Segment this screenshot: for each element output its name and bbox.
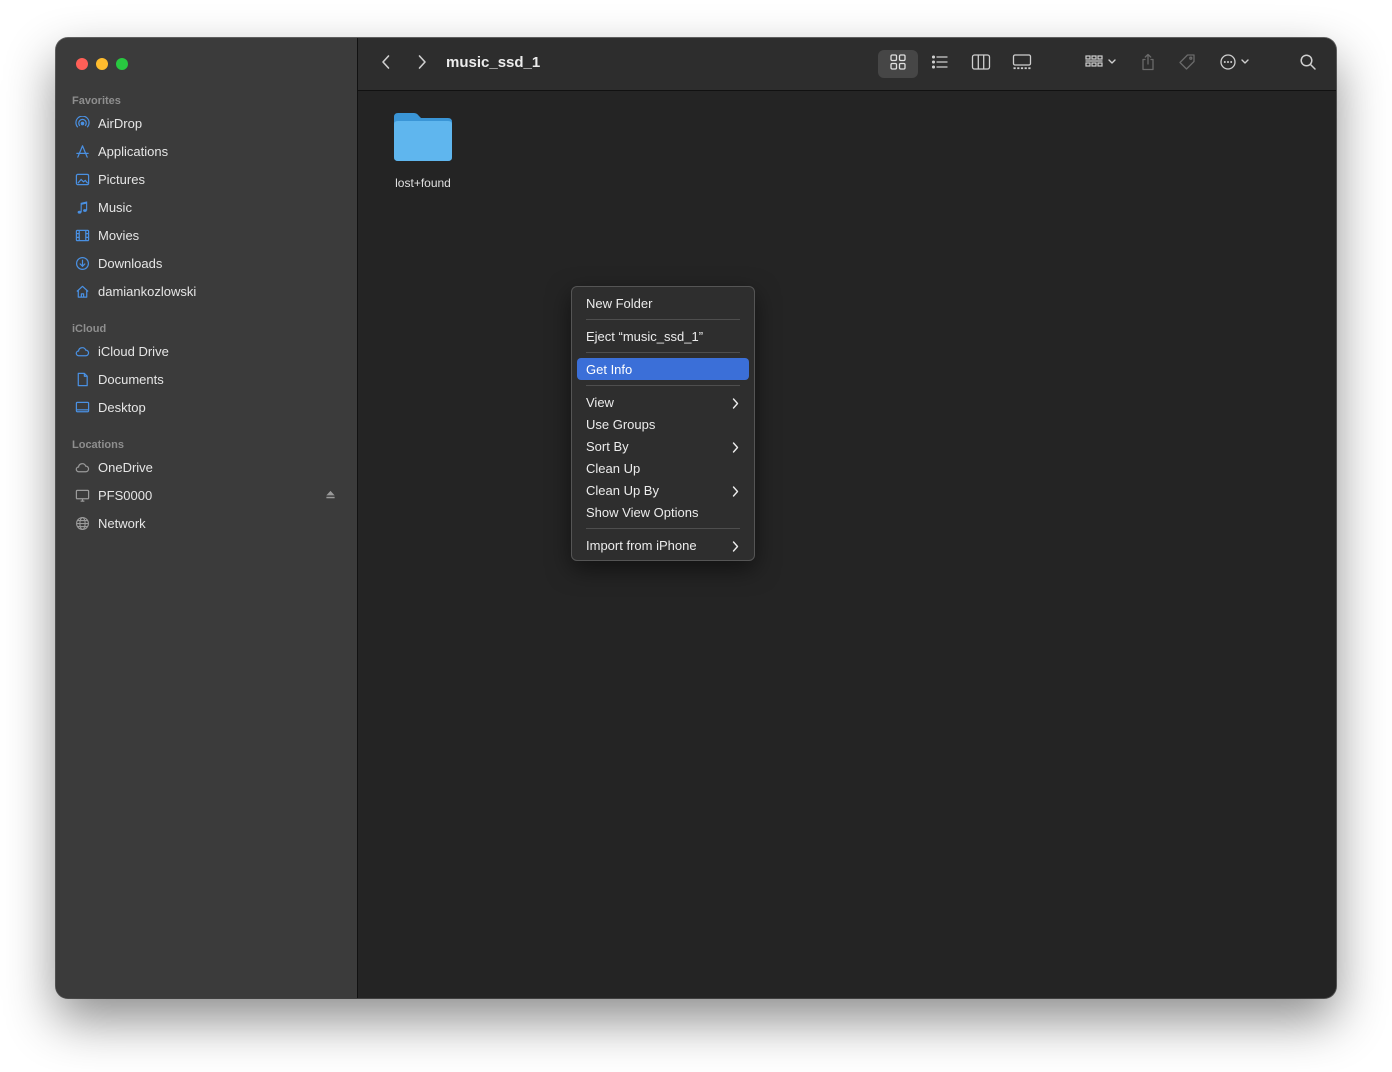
list-view-button[interactable] (920, 50, 960, 78)
favorites-section-title: Favorites (72, 95, 121, 107)
sidebar-item-label: PFS0000 (98, 487, 153, 503)
menu-item-label: Clean Up By (586, 482, 659, 498)
zoom-button[interactable] (116, 58, 128, 70)
tag-icon (1178, 53, 1196, 76)
search-button[interactable] (1294, 50, 1322, 78)
sidebar-item-label: AirDrop (98, 115, 143, 131)
icloud-section-title: iCloud (72, 323, 107, 335)
more-icon (1219, 53, 1253, 76)
menu-item-label: View (586, 394, 614, 410)
gallery-view-icon (1012, 53, 1032, 76)
file-browser-content[interactable]: lost+found (358, 91, 1336, 998)
icon-view-icon (889, 53, 907, 76)
sidebar-item-pfs0000[interactable]: PFS0000 (72, 483, 342, 507)
forward-icon (416, 54, 428, 75)
sidebar-item-label: Desktop (98, 399, 146, 415)
menu-item-use-groups[interactable]: Use Groups (577, 413, 749, 435)
sidebar-item-movies[interactable]: Movies (72, 223, 342, 247)
sidebar-item-label: Movies (98, 227, 140, 243)
folder-label: lost+found (395, 176, 451, 190)
toolbar: music_ssd_1 (358, 38, 1336, 91)
applications-icon (74, 143, 90, 159)
traffic-lights (76, 58, 128, 70)
sidebar-item-label: Network (98, 515, 146, 531)
close-button[interactable] (76, 58, 88, 70)
chevron-right-icon (732, 540, 739, 555)
sidebar-item-label: damiankozlowski (98, 283, 197, 299)
sidebar-item-onedrive[interactable]: OneDrive (72, 455, 342, 479)
menu-separator (586, 528, 740, 529)
folder-item[interactable]: lost+found (378, 109, 468, 190)
group-icon (1084, 53, 1118, 76)
search-icon (1299, 53, 1317, 76)
movies-icon (74, 227, 90, 243)
sidebar-item-downloads[interactable]: Downloads (72, 251, 342, 275)
chevron-right-icon (732, 397, 739, 412)
menu-item-label: Sort By (586, 438, 629, 454)
sidebar-item-label: OneDrive (98, 459, 153, 475)
sidebar-item-icloud-drive[interactable]: iCloud Drive (72, 339, 342, 363)
music-icon (74, 199, 90, 215)
menu-item-view[interactable]: View (577, 391, 749, 413)
sidebar-item-documents[interactable]: Documents (72, 367, 342, 391)
menu-item-eject[interactable]: Eject “music_ssd_1” (577, 325, 749, 347)
gallery-view-button[interactable] (1002, 50, 1042, 78)
pictures-icon (74, 171, 90, 187)
sidebar-item-applications[interactable]: Applications (72, 139, 342, 163)
menu-item-get-info[interactable]: Get Info (577, 358, 749, 380)
chevron-right-icon (732, 441, 739, 456)
sidebar-item-music[interactable]: Music (72, 195, 342, 219)
menu-item-label: Import from iPhone (586, 537, 697, 553)
chevron-right-icon (732, 485, 739, 500)
window-title: music_ssd_1 (446, 54, 541, 71)
sidebar-item-airdrop[interactable]: AirDrop (72, 111, 342, 135)
eject-icon[interactable] (325, 488, 336, 503)
sidebar-item-label: Documents (98, 371, 164, 387)
menu-item-import-from-iphone[interactable]: Import from iPhone (577, 534, 749, 556)
sidebar-item-desktop[interactable]: Desktop (72, 395, 342, 419)
back-button[interactable] (374, 50, 398, 78)
locations-section-title: Locations (72, 439, 124, 451)
folder-icon (392, 109, 454, 168)
cloud-icon (74, 343, 90, 359)
menu-separator (586, 385, 740, 386)
column-view-icon (971, 53, 991, 76)
share-icon (1140, 53, 1156, 76)
sidebar-item-label: Downloads (98, 255, 163, 271)
list-view-icon (931, 53, 949, 76)
menu-separator (586, 352, 740, 353)
airdrop-icon (74, 115, 90, 131)
menu-item-new-folder[interactable]: New Folder (577, 292, 749, 314)
menu-item-show-view-options[interactable]: Show View Options (577, 501, 749, 523)
menu-item-sort-by[interactable]: Sort By (577, 435, 749, 457)
group-button[interactable] (1078, 50, 1124, 78)
context-menu: New Folder Eject “music_ssd_1” Get Info … (571, 286, 755, 561)
network-icon (74, 515, 90, 531)
forward-button[interactable] (410, 50, 434, 78)
menu-separator (586, 319, 740, 320)
sidebar-item-home[interactable]: damiankozlowski (72, 279, 342, 303)
more-button[interactable] (1216, 50, 1256, 78)
document-icon (74, 371, 90, 387)
home-icon (74, 283, 90, 299)
cloud-icon (74, 459, 90, 475)
sidebar-item-pictures[interactable]: Pictures (72, 167, 342, 191)
menu-item-clean-up-by[interactable]: Clean Up By (577, 479, 749, 501)
downloads-icon (74, 255, 90, 271)
desktop-icon (74, 399, 90, 415)
sidebar-item-label: iCloud Drive (98, 343, 169, 359)
sidebar-item-label: Pictures (98, 171, 145, 187)
back-icon (380, 54, 392, 75)
minimize-button[interactable] (96, 58, 108, 70)
display-icon (74, 487, 90, 503)
sidebar-item-network[interactable]: Network (72, 511, 342, 535)
icon-view-button[interactable] (878, 50, 918, 78)
column-view-button[interactable] (961, 50, 1001, 78)
sidebar: Favorites AirDrop Applications Pictures … (56, 38, 358, 998)
sidebar-item-label: Music (98, 199, 132, 215)
sidebar-item-label: Applications (98, 143, 169, 159)
menu-item-clean-up[interactable]: Clean Up (577, 457, 749, 479)
share-button[interactable] (1134, 50, 1162, 78)
tag-button[interactable] (1173, 50, 1201, 78)
